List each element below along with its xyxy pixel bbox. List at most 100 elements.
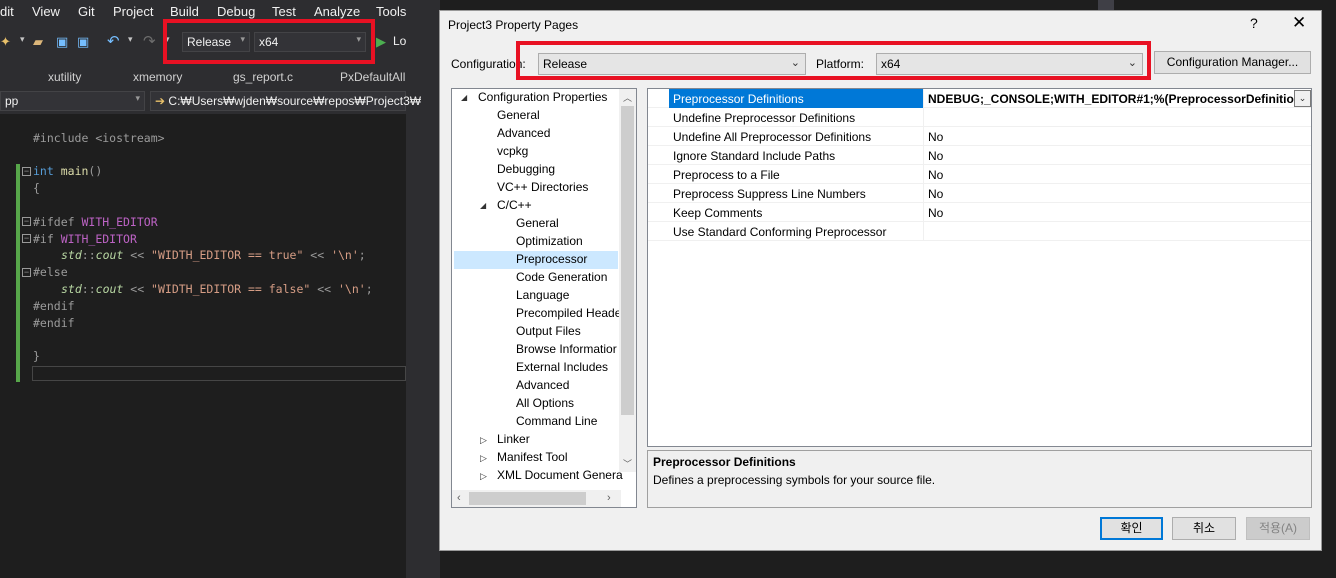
help-button[interactable]: ? xyxy=(1250,15,1258,31)
scroll-up-icon[interactable]: ︿ xyxy=(623,91,632,104)
tree-item-command-line[interactable]: Command Line xyxy=(514,413,599,429)
fold-collapse-icon[interactable]: − xyxy=(22,234,31,243)
property-tree[interactable]: ◢ Configuration Properties General Advan… xyxy=(451,88,637,508)
property-name: Ignore Standard Include Paths xyxy=(669,146,924,165)
close-button[interactable]: ✕ xyxy=(1292,13,1306,33)
highlight-box-dialog xyxy=(516,41,1151,80)
scroll-down-icon[interactable]: ﹀ xyxy=(623,457,632,470)
undo-dropdown-icon[interactable]: ▾ xyxy=(128,34,133,45)
property-row[interactable]: Undefine All Preprocessor Definitions No xyxy=(648,127,1311,146)
scroll-right-icon[interactable]: › xyxy=(607,492,611,504)
collapse-icon[interactable]: ▷ xyxy=(480,453,487,464)
scroll-thumb[interactable] xyxy=(621,106,634,415)
code-line: #endif xyxy=(33,316,75,330)
configuration-manager-button[interactable]: Configuration Manager... xyxy=(1154,51,1311,74)
tree-item-advanced[interactable]: Advanced xyxy=(495,125,552,141)
tree-item-preprocessor[interactable]: Preprocessor xyxy=(454,251,618,269)
tree-item-vc-directories[interactable]: VC++ Directories xyxy=(495,179,590,195)
property-value[interactable]: No xyxy=(924,127,1294,146)
tree-item-all-options[interactable]: All Options xyxy=(514,395,576,411)
scroll-left-icon[interactable]: ‹ xyxy=(457,492,461,504)
document-tabs: xutility xmemory gs_report.c PxDefaultAl… xyxy=(0,66,406,88)
property-name: Use Standard Conforming Preprocessor xyxy=(669,222,924,241)
tab-xutility[interactable]: xutility xyxy=(48,70,81,84)
menu-view[interactable]: View xyxy=(32,4,60,19)
open-folder-icon[interactable]: ▰ xyxy=(33,34,43,50)
file-path-combo[interactable]: ➔ C:₩Users₩wjden₩source₩repos₩Project3₩ xyxy=(150,91,421,111)
fold-collapse-icon[interactable]: − xyxy=(22,167,31,176)
tree-item-precompiled-headers[interactable]: Precompiled Heade xyxy=(514,305,623,321)
file-path-value: C:₩Users₩wjden₩source₩repos₩Project3₩ xyxy=(168,94,422,108)
property-value[interactable]: No xyxy=(924,165,1294,184)
tree-item-cpp-advanced[interactable]: Advanced xyxy=(514,377,571,393)
property-value[interactable]: No xyxy=(924,146,1294,165)
property-value[interactable] xyxy=(924,222,1294,241)
menu-analyze[interactable]: Analyze xyxy=(314,4,360,19)
menu-build[interactable]: Build xyxy=(170,4,199,19)
menu-edit[interactable]: dit xyxy=(0,4,14,19)
property-row[interactable]: Ignore Standard Include Paths No xyxy=(648,146,1311,165)
tree-item-output-files[interactable]: Output Files xyxy=(514,323,583,339)
menu-tools[interactable]: Tools xyxy=(376,4,406,19)
expand-icon[interactable]: ◢ xyxy=(480,201,486,210)
fold-collapse-icon[interactable]: − xyxy=(22,217,31,226)
tree-item-debugging[interactable]: Debugging xyxy=(495,161,557,177)
collapse-icon[interactable]: ▷ xyxy=(480,435,487,446)
property-row[interactable]: Preprocess to a File No xyxy=(648,165,1311,184)
tree-item-configuration-properties[interactable]: Configuration Properties xyxy=(476,89,609,105)
property-value[interactable]: No xyxy=(924,203,1294,222)
menu-debug[interactable]: Debug xyxy=(217,4,255,19)
redo-icon[interactable]: ↷ xyxy=(143,32,156,50)
property-row[interactable]: Preprocess Suppress Line Numbers No xyxy=(648,184,1311,203)
menu-test[interactable]: Test xyxy=(272,4,296,19)
save-icon[interactable]: ▣ xyxy=(56,34,68,50)
property-value[interactable]: No xyxy=(924,184,1294,203)
expand-icon[interactable]: ◢ xyxy=(461,93,467,102)
run-button-label[interactable]: Lo xyxy=(393,34,406,48)
tree-item-xml-document-generator[interactable]: XML Document Genera xyxy=(495,467,625,483)
tree-item-general[interactable]: General xyxy=(495,107,542,123)
tree-item-cpp-general[interactable]: General xyxy=(514,215,561,231)
apply-button[interactable]: 적용(A) xyxy=(1246,517,1310,540)
tab-pxdefaultall[interactable]: PxDefaultAll xyxy=(340,70,405,84)
visual-studio-window: dit View Git Project Build Debug Test An… xyxy=(0,0,440,578)
property-row[interactable]: Use Standard Conforming Preprocessor xyxy=(648,222,1311,241)
chevron-down-icon[interactable]: ⌄ xyxy=(1294,90,1311,107)
fold-collapse-icon[interactable]: − xyxy=(22,268,31,277)
tree-item-c-cpp[interactable]: C/C++ xyxy=(495,197,534,213)
code-line: #else xyxy=(33,265,68,279)
dropdown-arrow-icon[interactable]: ▾ xyxy=(20,34,25,45)
tree-item-linker[interactable]: Linker xyxy=(495,431,532,447)
tree-item-optimization[interactable]: Optimization xyxy=(514,233,585,249)
scope-value: pp xyxy=(5,94,19,108)
property-value[interactable] xyxy=(924,108,1294,127)
tree-vertical-scrollbar[interactable]: ︿ ﹀ xyxy=(619,89,636,472)
tree-item-manifest-tool[interactable]: Manifest Tool xyxy=(495,449,569,465)
undo-icon[interactable]: ↶ xyxy=(107,32,120,50)
tree-item-browse-information[interactable]: Browse Informatior xyxy=(514,341,619,357)
scope-combo[interactable]: pp ▾ xyxy=(0,91,145,111)
tree-item-vcpkg[interactable]: vcpkg xyxy=(495,143,530,159)
tree-item-code-generation[interactable]: Code Generation xyxy=(514,269,609,285)
scroll-thumb[interactable] xyxy=(469,492,586,505)
menu-git[interactable]: Git xyxy=(78,4,95,19)
property-row[interactable]: Undefine Preprocessor Definitions xyxy=(648,108,1311,127)
tab-xmemory[interactable]: xmemory xyxy=(133,70,182,84)
cancel-button[interactable]: 취소 xyxy=(1172,517,1236,540)
property-row[interactable]: Preprocessor Definitions NDEBUG;_CONSOLE… xyxy=(648,89,1311,108)
code-line: { xyxy=(33,181,40,195)
code-editor[interactable]: − − − − #include <iostream> int main() {… xyxy=(0,114,406,578)
collapse-icon[interactable]: ▷ xyxy=(480,471,487,482)
play-icon[interactable]: ▶ xyxy=(376,34,386,50)
tree-item-external-includes[interactable]: External Includes xyxy=(514,359,610,375)
menu-project[interactable]: Project xyxy=(113,4,153,19)
new-item-icon[interactable]: ✦ xyxy=(0,34,11,50)
save-all-icon[interactable]: ▣ xyxy=(77,34,89,50)
tab-gs-report[interactable]: gs_report.c xyxy=(233,70,293,84)
tree-item-language[interactable]: Language xyxy=(514,287,571,303)
property-value[interactable]: NDEBUG;_CONSOLE;WITH_EDITOR#1;%(Preproce… xyxy=(924,89,1294,108)
property-name: Keep Comments xyxy=(669,203,924,222)
ok-button[interactable]: 확인 xyxy=(1100,517,1163,540)
property-row[interactable]: Keep Comments No xyxy=(648,203,1311,222)
tree-horizontal-scrollbar[interactable]: ‹ › xyxy=(452,490,621,507)
